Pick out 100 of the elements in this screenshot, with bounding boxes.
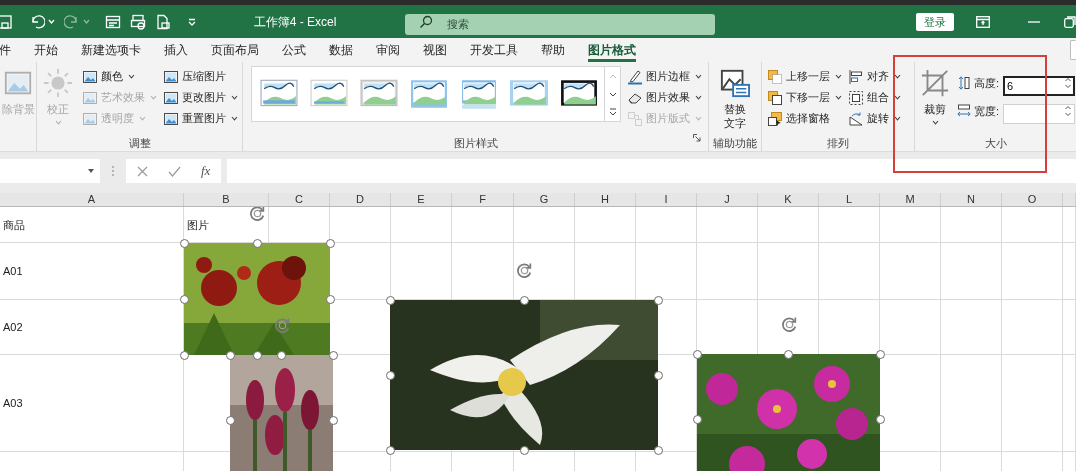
column-header[interactable]: C <box>269 193 330 206</box>
resize-handle[interactable] <box>253 351 262 360</box>
column-header[interactable]: M <box>880 193 941 206</box>
resize-handle[interactable] <box>386 446 395 455</box>
resize-handle[interactable] <box>180 295 189 304</box>
picture-style-thumbnail[interactable] <box>510 79 548 109</box>
cancel-icon[interactable] <box>137 165 148 177</box>
resize-handle[interactable] <box>180 239 189 248</box>
ribbon-button[interactable]: 下移一层 <box>767 87 842 108</box>
form-icon[interactable] <box>105 13 121 30</box>
resize-handle[interactable] <box>876 350 885 359</box>
resize-handle[interactable] <box>326 295 335 304</box>
resize-handle[interactable] <box>326 239 335 248</box>
drag-handle-icon[interactable] <box>111 165 115 177</box>
search-field[interactable]: 搜索 <box>405 13 715 35</box>
resize-handle[interactable] <box>654 296 663 305</box>
ribbon-button[interactable]: 旋转 <box>848 108 901 129</box>
ribbon-button[interactable]: 替换文字 <box>717 66 753 130</box>
redo-icon[interactable] <box>64 13 80 30</box>
customize-caret-icon[interactable] <box>188 17 196 26</box>
photo-placeholder[interactable] <box>390 300 658 450</box>
caret-icon[interactable] <box>894 95 901 100</box>
ribbon-button[interactable]: 组合 <box>848 87 901 108</box>
column-header[interactable]: J <box>697 193 758 206</box>
picture-style-thumbnail[interactable] <box>560 79 598 109</box>
dialog-launcher-icon[interactable] <box>693 134 701 142</box>
resize-handle[interactable] <box>329 416 338 425</box>
resize-handle[interactable] <box>520 296 529 305</box>
ribbon-tab[interactable]: 视图 <box>423 40 447 62</box>
resize-handle[interactable] <box>253 239 262 248</box>
resize-handle[interactable] <box>226 351 235 360</box>
ribbon-tab[interactable]: 新建选项卡 <box>81 40 141 62</box>
column-header[interactable]: E <box>391 193 452 206</box>
rotate-handle-icon[interactable] <box>249 207 266 222</box>
picture-style-thumbnail[interactable] <box>360 79 398 109</box>
spinner-arrows-icon[interactable] <box>1064 76 1073 90</box>
ribbon-tab[interactable]: 开发工具 <box>470 40 518 62</box>
ribbon-tab[interactable]: 插入 <box>164 40 188 62</box>
save-icon[interactable] <box>0 13 12 30</box>
ribbon-button[interactable]: 重置图片 <box>163 108 238 129</box>
sign-in-button[interactable]: 登录 <box>916 12 954 31</box>
ribbon-tab[interactable]: 页面布局 <box>211 40 259 62</box>
column-header[interactable]: F <box>452 193 514 206</box>
column-header[interactable]: D <box>330 193 391 206</box>
caret-icon[interactable] <box>835 95 842 100</box>
ribbon-button[interactable]: 颜色 <box>82 66 157 87</box>
caret-icon[interactable] <box>835 74 842 79</box>
spin-field[interactable] <box>1003 104 1076 124</box>
document-icon[interactable] <box>155 13 171 30</box>
rotate-handle-icon[interactable] <box>781 316 798 333</box>
ribbon-button[interactable]: 选择窗格 <box>767 108 842 129</box>
column-header[interactable]: H <box>575 193 636 206</box>
ribbon-tab[interactable]: 数据 <box>329 40 353 62</box>
rotate-handle-icon[interactable] <box>516 262 533 279</box>
ribbon-tab[interactable]: 公式 <box>282 40 306 62</box>
column-header[interactable]: N <box>941 193 1002 206</box>
column-header[interactable]: L <box>819 193 880 206</box>
caret-icon[interactable] <box>231 116 238 121</box>
resize-handle[interactable] <box>876 415 885 424</box>
ribbon-button[interactable]: 上移一层 <box>767 66 842 87</box>
caret-icon[interactable] <box>128 74 135 79</box>
picture-style-thumbnail[interactable] <box>410 79 448 109</box>
resize-handle[interactable] <box>226 416 235 425</box>
picture-style-thumbnail[interactable] <box>260 79 298 109</box>
resize-handle[interactable] <box>386 296 395 305</box>
ribbon-display-icon[interactable] <box>976 15 990 28</box>
picture-style-thumbnail[interactable] <box>460 79 498 109</box>
ribbon-button[interactable]: 裁剪 <box>920 66 950 125</box>
column-header[interactable]: A <box>0 193 184 206</box>
resize-handle[interactable] <box>654 371 663 380</box>
spin-field[interactable]: 6 <box>1003 76 1076 96</box>
column-header[interactable]: B <box>184 193 269 206</box>
resize-handle[interactable] <box>329 351 338 360</box>
ribbon-button[interactable]: 对齐 <box>848 66 901 87</box>
caret-icon[interactable] <box>231 95 238 100</box>
resize-handle[interactable] <box>654 446 663 455</box>
resize-handle[interactable] <box>693 350 702 359</box>
resize-handle[interactable] <box>277 351 286 360</box>
resize-handle[interactable] <box>693 415 702 424</box>
ribbon-button[interactable]: 图片效果 <box>627 87 702 108</box>
ribbon-tab[interactable]: 审阅 <box>376 40 400 62</box>
ribbon-tab[interactable]: 帮助 <box>541 40 565 62</box>
resize-handle[interactable] <box>520 446 529 455</box>
caret-icon[interactable] <box>894 74 901 79</box>
enter-icon[interactable] <box>168 165 181 177</box>
resize-handle[interactable] <box>784 350 793 359</box>
minimize-icon[interactable] <box>1028 20 1040 23</box>
caret-icon[interactable] <box>894 116 901 121</box>
picture-style-thumbnail[interactable] <box>310 79 348 109</box>
printer-icon[interactable] <box>130 13 146 30</box>
caret-icon[interactable] <box>695 95 702 100</box>
caret-icon[interactable] <box>695 74 702 79</box>
ribbon-button[interactable]: 图片边框 <box>627 66 702 87</box>
column-header[interactable]: I <box>636 193 697 206</box>
ribbon-button[interactable]: 压缩图片 <box>163 66 238 87</box>
rotate-handle-icon[interactable] <box>274 317 291 334</box>
resize-handle[interactable] <box>180 351 189 360</box>
caret-icon[interactable] <box>931 120 939 125</box>
undo-icon[interactable] <box>29 13 45 30</box>
restore-icon[interactable] <box>1064 15 1076 28</box>
